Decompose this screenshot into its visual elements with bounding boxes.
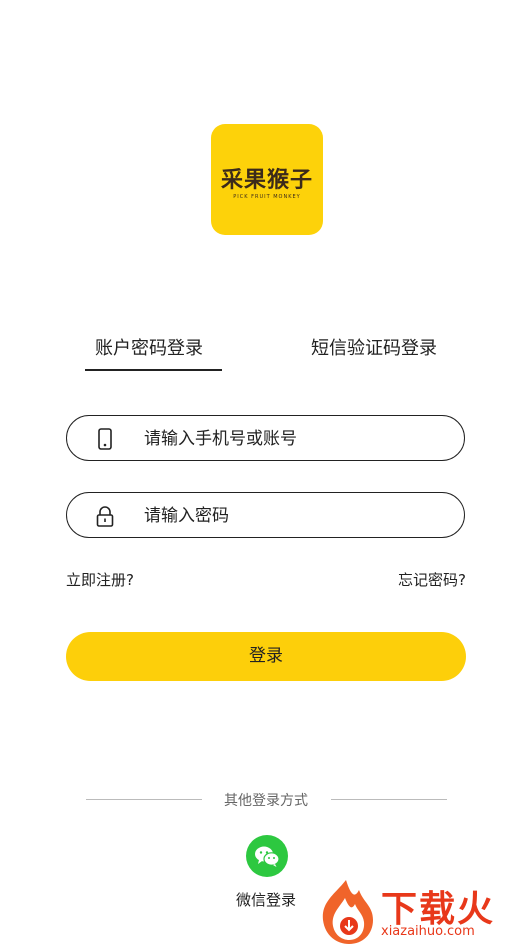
active-tab-underline [85,369,222,371]
logo-subtitle: PICK FRUIT MONKEY [233,194,301,200]
forgot-password-link[interactable]: 忘记密码? [398,569,466,590]
login-button[interactable]: 登录 [66,632,466,681]
watermark-url: xiazaihuo.com [381,924,475,939]
phone-account-input[interactable] [142,416,446,462]
wechat-icon [246,846,288,881]
app-logo: 采果猴子 PICK FRUIT MONKEY [211,124,323,235]
phone-account-field[interactable] [66,415,465,462]
tab-account-password[interactable]: 账户密码登录 [95,334,203,360]
logo-text: 采果猴子 [220,167,313,193]
flame-logo-icon [315,876,377,946]
watermark: 下载火 xiazaihuo.com [315,876,532,946]
tab-sms-code[interactable]: 短信验证码登录 [311,334,437,360]
lock-icon [95,505,115,527]
divider-right [331,799,447,800]
register-link[interactable]: 立即注册? [66,569,134,590]
other-login-label: 其他登录方式 [224,793,308,809]
password-field[interactable] [66,492,465,539]
phone-icon [95,428,115,450]
wechat-login-button[interactable] [246,835,288,877]
password-input[interactable] [142,493,446,539]
